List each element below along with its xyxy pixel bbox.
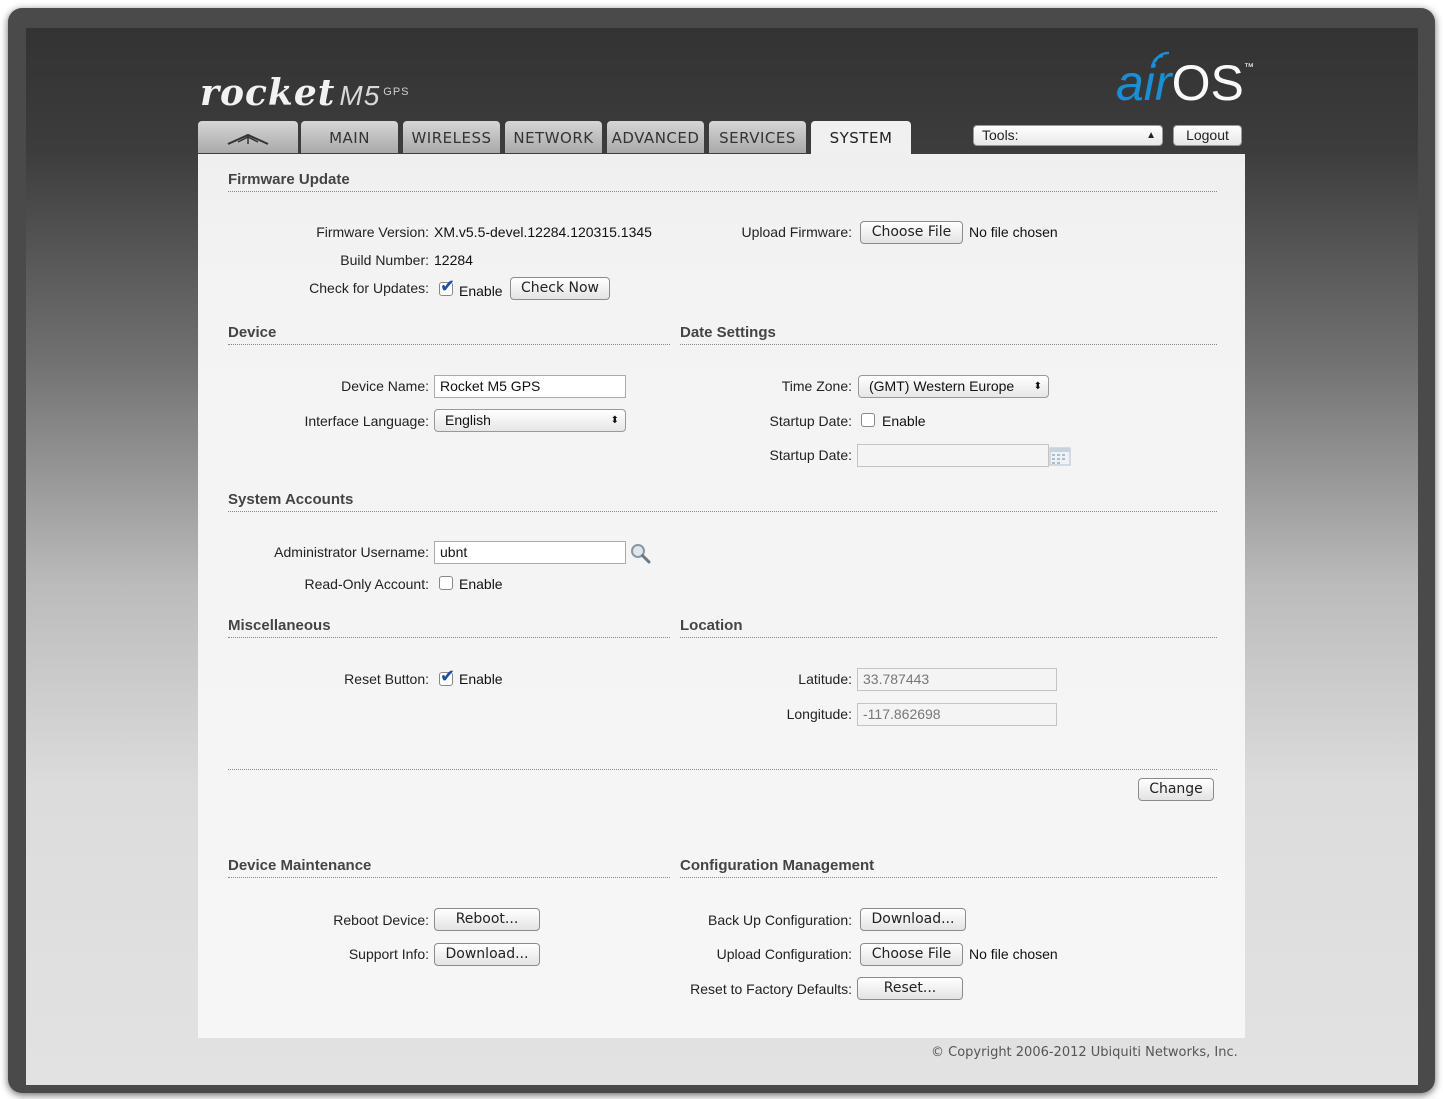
admin-username-input[interactable]: ubnt <box>434 541 626 564</box>
time-zone-label: Time Zone: <box>781 378 852 394</box>
upload-config-label: Upload Configuration: <box>716 946 852 962</box>
tab-advanced[interactable]: ADVANCED <box>607 121 704 153</box>
airos-logo: airOS™ <box>1116 55 1254 111</box>
admin-username-label: Administrator Username: <box>274 544 429 560</box>
startup-date-label: Startup Date: <box>769 447 853 463</box>
backup-config-download-button[interactable]: Download... <box>860 908 966 931</box>
check-updates-enable-label: Enable <box>459 283 503 299</box>
reboot-button[interactable]: Reboot... <box>434 908 540 931</box>
latitude-label: Latitude: <box>798 671 852 687</box>
copyright-text: © Copyright 2006-2012 Ubiquiti Networks,… <box>931 1045 1238 1060</box>
section-title-location: Location <box>680 617 1217 638</box>
read-only-account-checkbox[interactable] <box>439 576 453 590</box>
startup-date-input[interactable] <box>857 444 1049 467</box>
startup-date-enable-label: Startup Date: <box>769 413 853 429</box>
device-name-input[interactable]: Rocket M5 GPS <box>434 375 626 398</box>
section-title-accounts: System Accounts <box>228 491 1217 512</box>
backup-config-label: Back Up Configuration: <box>708 912 852 928</box>
time-zone-value: (GMT) Western Europе <box>869 378 1015 394</box>
ubiquiti-logo-icon <box>227 133 269 145</box>
startup-date-checkbox[interactable] <box>861 413 875 427</box>
read-only-account-label: Read-Only Account: <box>304 576 429 592</box>
section-title-maintenance: Device Maintenance <box>228 857 670 878</box>
check-now-button[interactable]: Check Now <box>510 277 610 300</box>
select-arrows-icon: ⬍ <box>1030 376 1042 397</box>
section-title-device: Device <box>228 324 670 345</box>
reset-button-enable-text: Enable <box>459 671 503 687</box>
search-icon[interactable] <box>630 543 652 565</box>
config-no-file-label: No file chosen <box>969 946 1058 962</box>
factory-reset-button[interactable]: Reset... <box>857 977 963 1000</box>
reset-button-checkbox[interactable] <box>439 666 455 687</box>
check-updates-checkbox[interactable] <box>439 276 455 297</box>
read-only-enable-text: Enable <box>459 576 503 592</box>
reboot-device-label: Reboot Device: <box>333 912 429 928</box>
factory-reset-label: Reset to Factory Defaults: <box>690 981 852 997</box>
divider <box>228 769 1217 770</box>
tab-network[interactable]: NETWORK <box>505 121 602 153</box>
section-title-date: Date Settings <box>680 324 1217 345</box>
tab-system[interactable]: SYSTEM <box>811 121 911 155</box>
tab-ubiquiti-home[interactable] <box>198 121 298 153</box>
interface-language-label: Interface Language: <box>304 413 429 429</box>
latitude-input[interactable]: 33.787443 <box>857 668 1057 691</box>
check-updates-label: Check for Updates: <box>309 280 429 296</box>
tab-services[interactable]: SERVICES <box>709 121 806 153</box>
longitude-label: Longitude: <box>786 706 852 722</box>
product-logo: rocket M5 GPS <box>200 72 410 114</box>
device-name-label: Device Name: <box>341 378 429 394</box>
reset-button-label: Reset Button: <box>344 671 429 687</box>
time-zone-select[interactable]: (GMT) Western Europе ⬍ <box>858 375 1049 398</box>
build-number-label: Build Number: <box>340 252 429 268</box>
firmware-no-file-label: No file chosen <box>969 224 1058 240</box>
interface-language-select[interactable]: English ⬍ <box>434 409 626 432</box>
calendar-icon[interactable] <box>1049 446 1071 466</box>
select-arrows-icon: ⬍ <box>610 415 619 426</box>
upload-firmware-label: Upload Firmware: <box>741 224 852 240</box>
firmware-version-value: XM.v5.5-devel.12284.120315.1345 <box>434 224 652 240</box>
build-number-value: 12284 <box>434 252 473 268</box>
tools-select-value: Tools: <box>982 127 1019 143</box>
select-arrows-icon: ▲ <box>1146 130 1156 141</box>
firmware-version-label: Firmware Version: <box>316 224 429 240</box>
longitude-input[interactable]: -117.862698 <box>857 703 1057 726</box>
logout-button[interactable]: Logout <box>1173 125 1242 146</box>
section-title-misc: Miscellaneous <box>228 617 670 638</box>
startup-enable-text: Enable <box>882 413 926 429</box>
interface-language-value: English <box>445 412 491 428</box>
support-info-download-button[interactable]: Download... <box>434 943 540 966</box>
tools-select[interactable]: Tools: ▲ <box>973 125 1163 146</box>
support-info-label: Support Info: <box>348 946 429 962</box>
section-title-config: Configuration Management <box>680 857 1217 878</box>
tab-main[interactable]: MAIN <box>301 121 398 153</box>
firmware-choose-file-button[interactable]: Choose File <box>860 221 963 244</box>
change-button[interactable]: Change <box>1138 778 1214 801</box>
tab-wireless[interactable]: WIRELESS <box>403 121 500 153</box>
section-title-firmware: Firmware Update <box>228 171 1217 192</box>
config-choose-file-button[interactable]: Choose File <box>860 943 963 966</box>
